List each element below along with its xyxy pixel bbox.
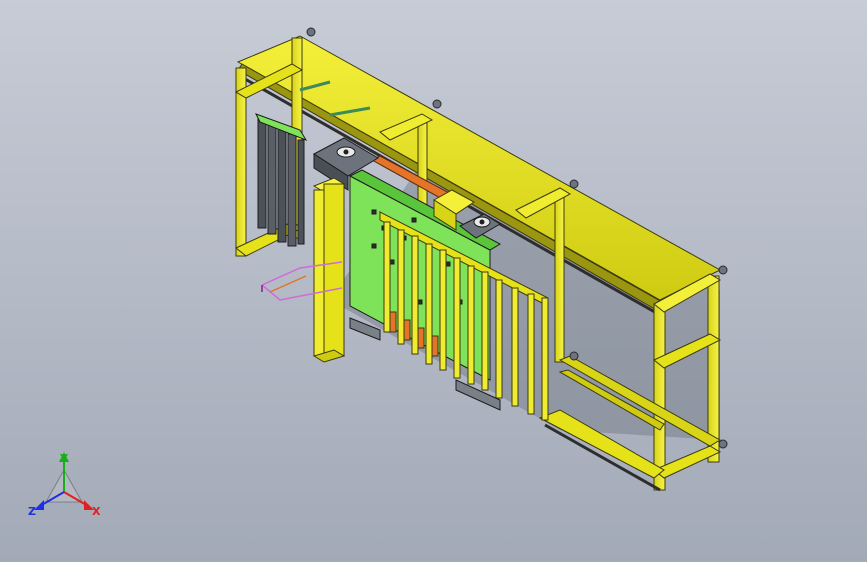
lift-pillar[interactable] bbox=[312, 177, 346, 363]
y-axis-label: Y bbox=[59, 452, 69, 465]
z-axis-label: Z bbox=[28, 505, 36, 518]
axis-triad: Y X Z bbox=[28, 452, 101, 518]
x-axis-label: X bbox=[92, 505, 101, 518]
cad-viewport[interactable]: Y X Z bbox=[0, 0, 867, 562]
frame-mid-col-2 bbox=[554, 191, 565, 363]
frame-right-col-front bbox=[653, 303, 666, 491]
